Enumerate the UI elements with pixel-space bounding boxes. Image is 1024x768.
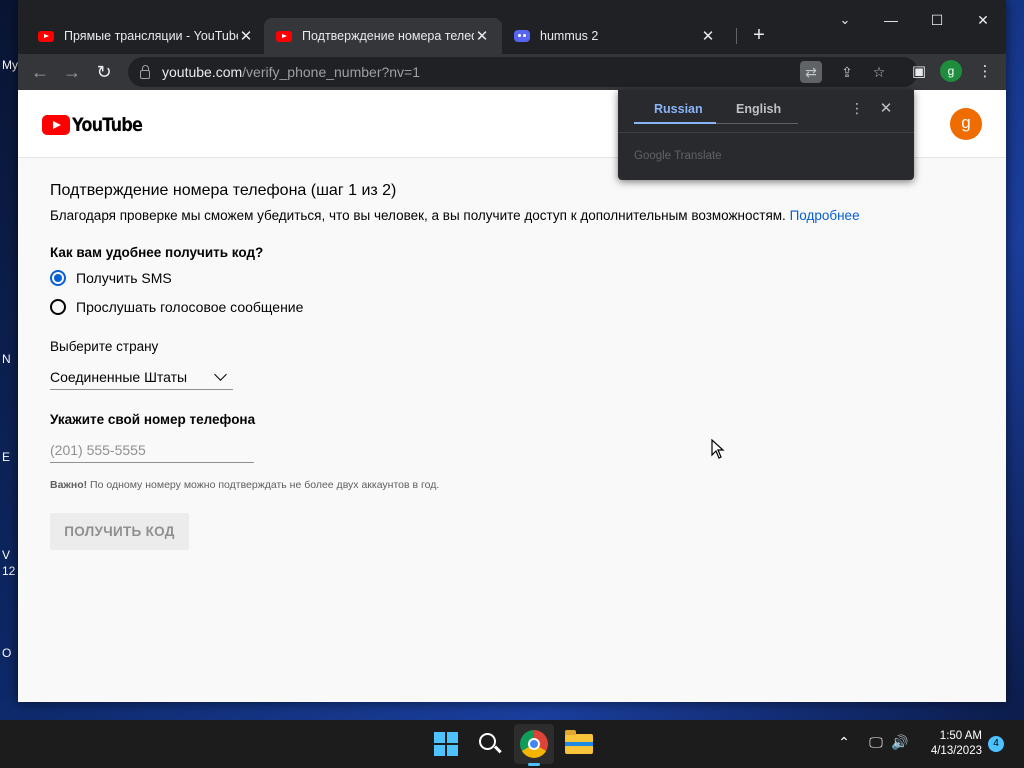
phone-label: Укажите свой номер телефона [50, 412, 256, 427]
search-button[interactable] [476, 730, 504, 758]
youtube-icon [276, 30, 292, 42]
country-select[interactable]: Соединенные Штаты [50, 364, 233, 390]
side-panel-icon[interactable]: ▣ [908, 62, 930, 80]
phone-input[interactable] [50, 437, 254, 463]
close-icon[interactable]: ✕ [878, 99, 894, 117]
get-code-button[interactable]: ПОЛУЧИТЬ КОД [50, 513, 189, 550]
network-icon[interactable]: 🖵 [866, 734, 886, 751]
desktop-icon-label: My [2, 58, 18, 72]
clock-time: 1:50 AM [939, 730, 982, 742]
reload-button[interactable]: ↻ [92, 60, 116, 84]
tab-verify-phone[interactable]: Подтверждение номера телефона ✕ [264, 18, 502, 54]
tab-strip: Прямые трансляции - YouTube ✕ Подтвержде… [18, 0, 1006, 54]
tab-baseline [716, 123, 798, 124]
verification-form: Подтверждение номера телефона (шаг 1 из … [50, 182, 970, 550]
learn-more-link[interactable]: Подробнее [790, 208, 860, 223]
folder-icon [565, 730, 593, 754]
close-icon[interactable]: ✕ [700, 27, 716, 45]
desktop-icon-label: O [2, 646, 12, 660]
youtube-logo[interactable]: YouTube [42, 114, 154, 136]
tab-title: hummus 2 [540, 29, 599, 43]
close-window-button[interactable]: ✕ [968, 12, 998, 29]
limit-note: Важно! По одному номеру можно подтвержда… [50, 479, 970, 491]
desktop-icon-label: E [2, 450, 11, 464]
back-button[interactable]: ← [28, 60, 52, 84]
tab-title: Подтверждение номера телефона [302, 29, 474, 43]
chevron-up-icon[interactable]: ⌃ [834, 734, 854, 751]
method-question: Как вам удобнее получить код? [50, 245, 264, 260]
option-label: Получить SMS [76, 269, 172, 286]
radio-unchecked[interactable] [50, 298, 66, 315]
close-icon[interactable]: ✕ [238, 27, 254, 45]
chrome-icon[interactable] [520, 730, 548, 758]
option-sms[interactable]: Получить SMS [50, 263, 970, 292]
tab-search-icon[interactable]: ⌄ [830, 12, 860, 28]
maximize-button[interactable]: ☐ [922, 12, 952, 29]
logo-text: YouTube [72, 114, 143, 136]
note-text: По одному номеру можно подтверждать не б… [90, 479, 440, 491]
windows-start-icon[interactable] [432, 730, 460, 758]
radio-checked[interactable] [50, 269, 66, 286]
youtube-icon [38, 30, 54, 42]
description-text: Благодаря проверке мы сможем убедиться, … [50, 208, 786, 223]
taskbar: ⌃ 🖵 🔊 1:50 AM 4/13/2023 4 [0, 720, 1024, 768]
share-icon[interactable]: ⇪ [836, 61, 858, 83]
chevron-down-icon [214, 367, 227, 381]
bookmark-star-icon[interactable]: ☆ [868, 61, 890, 83]
page-content: YouTube g Подтверждение номера телефона … [18, 90, 1006, 702]
method-radio-group: Получить SMS Прослушать голосовое сообще… [50, 263, 970, 321]
country-label: Выберите страну [50, 339, 159, 354]
translate-icon[interactable]: ⇄ [800, 61, 822, 83]
profile-avatar[interactable]: g [940, 60, 962, 82]
discord-icon [514, 30, 530, 42]
option-voice[interactable]: Прослушать голосовое сообщение [50, 292, 970, 321]
forward-button[interactable]: → [60, 60, 84, 84]
page-title: Подтверждение номера телефона (шаг 1 из … [50, 182, 397, 199]
close-icon[interactable]: ✕ [474, 27, 490, 45]
file-explorer-button[interactable] [565, 730, 593, 758]
google-translate-logo: Google Translate [634, 150, 722, 162]
tab-hummus[interactable]: hummus 2 ✕ [502, 18, 728, 54]
lock-icon[interactable] [140, 64, 150, 79]
desktop-icon-label: V [2, 548, 11, 562]
desktop-icon-label: N [2, 352, 11, 366]
more-menu-icon[interactable]: ⋮ [974, 62, 996, 80]
tab-title: Прямые трансляции - YouTube [64, 29, 238, 43]
volume-icon[interactable]: 🔊 [890, 734, 910, 751]
system-clock[interactable]: 1:50 AM 4/13/2023 [918, 729, 982, 759]
browser-toolbar: ← → ↻ youtube.com/verify_phone_number?nv… [18, 54, 1006, 90]
note-bold: Важно! [50, 479, 88, 491]
tab-live-streams[interactable]: Прямые трансляции - YouTube ✕ [26, 18, 266, 54]
new-tab-button[interactable]: + [748, 24, 770, 47]
tab-separator [736, 28, 737, 44]
description: Благодаря проверке мы сможем убедиться, … [50, 208, 970, 223]
active-app-indicator [528, 763, 540, 766]
minimize-button[interactable]: — [876, 12, 906, 28]
address-bar[interactable]: youtube.com/verify_phone_number?nv=1 ⇄ ⇪… [128, 57, 918, 87]
more-options-icon[interactable]: ⋮ [850, 100, 864, 117]
translate-popup: Russian English ⋮ ✕ Google Translate [618, 90, 914, 180]
tab-source-language[interactable]: Russian [654, 102, 703, 116]
active-tab-indicator [634, 122, 716, 124]
popup-divider [618, 132, 914, 133]
url-text: youtube.com/verify_phone_number?nv=1 [162, 64, 421, 80]
browser-window: Прямые трансляции - YouTube ✕ Подтвержде… [18, 0, 1006, 702]
search-icon [479, 733, 496, 750]
clock-date: 4/13/2023 [930, 745, 982, 757]
option-label: Прослушать голосовое сообщение [76, 298, 304, 315]
country-value: Соединенные Штаты [50, 368, 188, 385]
account-avatar[interactable]: g [950, 108, 982, 140]
notification-badge[interactable]: 4 [988, 736, 1004, 752]
tab-target-language[interactable]: English [736, 102, 781, 116]
desktop-icon-label: 12 [2, 564, 16, 578]
youtube-play-icon [42, 115, 70, 135]
